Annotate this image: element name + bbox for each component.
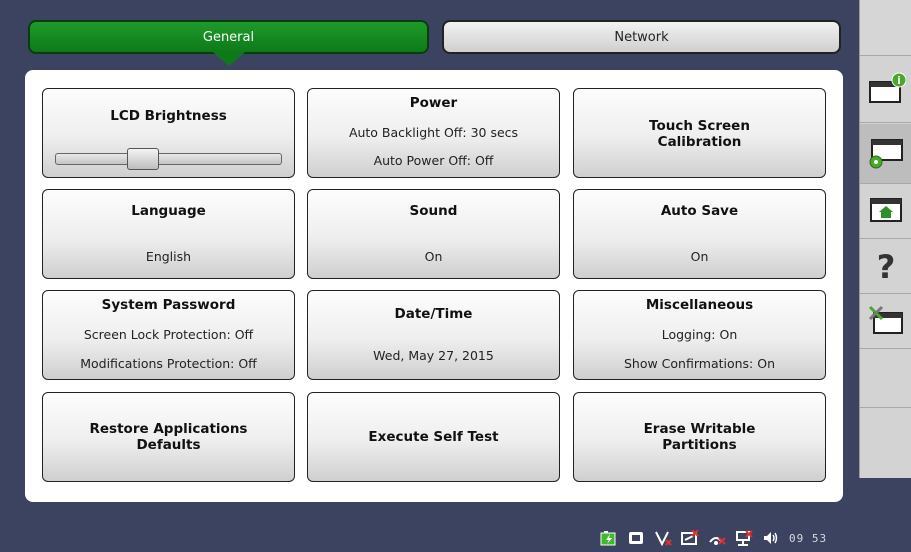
- modifications-protection-text: Modifications Protection: Off: [80, 356, 257, 371]
- v-connection-icon: [654, 530, 672, 547]
- screen-lock-text: Screen Lock Protection: Off: [83, 327, 254, 342]
- sidebar-item-tools[interactable]: [860, 295, 911, 349]
- speaker-icon[interactable]: [762, 530, 780, 546]
- help-icon: ?: [876, 247, 896, 286]
- tab-network-label: Network: [614, 29, 669, 45]
- execute-self-test-title: Execute Self Test: [368, 429, 499, 445]
- sidebar-item-settings[interactable]: [860, 124, 911, 184]
- info-window-icon: i: [866, 70, 907, 110]
- tab-general-label: General: [202, 29, 255, 45]
- power-autooff-text: Auto Power Off: Off: [373, 153, 494, 168]
- wifi-disconnected-icon: [708, 530, 726, 546]
- erase-partitions-tile[interactable]: Erase Writable Partitions: [573, 392, 826, 482]
- status-bar: 09 53: [600, 528, 827, 548]
- erase-partitions-title-line2: Partitions: [662, 437, 737, 453]
- settings-window-icon: [866, 134, 906, 174]
- brightness-slider-thumb[interactable]: [127, 148, 159, 170]
- restore-defaults-tile[interactable]: Restore Applications Defaults: [42, 392, 295, 482]
- brightness-slider[interactable]: [55, 148, 282, 170]
- touch-screen-title-line1: Touch Screen: [649, 118, 750, 134]
- lan-disconnected-icon: [735, 530, 753, 546]
- show-confirmations-text: Show Confirmations: On: [623, 356, 776, 371]
- settings-panel: LCD Brightness Power Auto Backlight Off:…: [25, 70, 843, 502]
- sound-tile[interactable]: Sound On: [307, 189, 560, 279]
- power-tile[interactable]: Power Auto Backlight Off: 30 secs Auto P…: [307, 88, 560, 178]
- tools-window-icon: [866, 303, 906, 341]
- power-title: Power: [409, 95, 458, 111]
- tab-general[interactable]: General: [28, 20, 429, 66]
- sidebar-item-empty: [860, 350, 911, 408]
- right-sidebar: i ?: [859, 0, 911, 478]
- home-folder-icon: [866, 193, 906, 231]
- system-password-title: System Password: [101, 297, 236, 313]
- sidebar-item-info[interactable]: i: [860, 57, 911, 123]
- auto-save-value: On: [690, 249, 709, 264]
- auto-save-title: Auto Save: [660, 203, 739, 219]
- lcd-brightness-tile[interactable]: LCD Brightness: [42, 88, 295, 178]
- tab-network[interactable]: Network: [442, 20, 841, 54]
- miscellaneous-title: Miscellaneous: [645, 297, 754, 313]
- restore-defaults-title-line1: Restore Applications: [89, 421, 248, 437]
- date-time-tile[interactable]: Date/Time Wed, May 27, 2015: [307, 290, 560, 380]
- language-tile[interactable]: Language English: [42, 189, 295, 279]
- touch-screen-title-line2: Calibration: [657, 134, 742, 150]
- lcd-brightness-title: LCD Brightness: [110, 108, 227, 124]
- restore-defaults-title-line2: Defaults: [136, 437, 201, 453]
- active-tab-pointer: [212, 52, 245, 66]
- network-disconnected-icon: [681, 529, 699, 546]
- logging-text: Logging: On: [661, 327, 738, 342]
- system-password-tile[interactable]: System Password Screen Lock Protection: …: [42, 290, 295, 380]
- sidebar-item-help[interactable]: ?: [860, 240, 911, 294]
- svg-text:i: i: [897, 74, 901, 87]
- language-title: Language: [131, 203, 206, 219]
- power-backlight-text: Auto Backlight Off: 30 secs: [348, 125, 519, 140]
- touch-screen-calibration-tile[interactable]: Touch Screen Calibration: [573, 88, 826, 178]
- erase-partitions-title-line1: Erase Writable: [643, 421, 756, 437]
- date-time-value: Wed, May 27, 2015: [373, 348, 494, 363]
- sound-value: On: [424, 249, 443, 264]
- date-time-title: Date/Time: [394, 306, 473, 322]
- storage-icon: [627, 530, 645, 546]
- execute-self-test-tile[interactable]: Execute Self Test: [307, 392, 560, 482]
- auto-save-tile[interactable]: Auto Save On: [573, 189, 826, 279]
- battery-charging-icon: [600, 530, 618, 546]
- sidebar-top-blank: [860, 0, 911, 56]
- clock: 09 53: [789, 531, 828, 545]
- language-value: English: [145, 249, 192, 264]
- sidebar-item-home[interactable]: [860, 185, 911, 239]
- miscellaneous-tile[interactable]: Miscellaneous Logging: On Show Confirmat…: [573, 290, 826, 380]
- sound-title: Sound: [409, 203, 458, 219]
